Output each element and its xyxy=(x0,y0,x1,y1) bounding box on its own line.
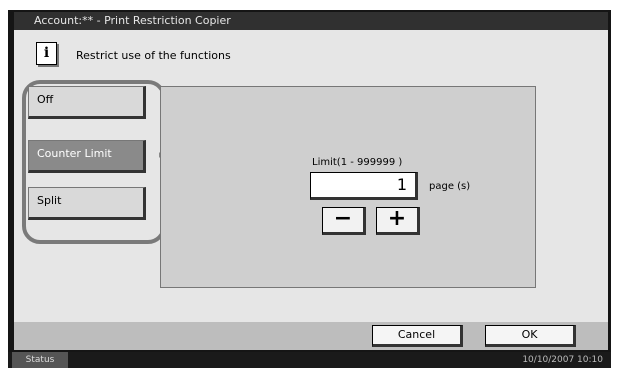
status-button[interactable]: Status xyxy=(12,352,68,368)
window-title: Account:** - Print Restriction Copier xyxy=(14,12,608,30)
cancel-button[interactable]: Cancel xyxy=(372,325,463,347)
limit-unit: page (s) xyxy=(429,181,471,192)
datetime: 10/10/2007 10:10 xyxy=(522,355,603,365)
off-button[interactable]: Off xyxy=(28,86,146,119)
limit-label: Limit(1 - 999999 ) xyxy=(312,157,403,168)
decrement-button[interactable]: − xyxy=(322,207,366,235)
info-icon: i xyxy=(36,42,57,65)
increment-button[interactable]: + xyxy=(376,207,420,235)
split-button[interactable]: Split xyxy=(28,187,146,220)
ok-button[interactable]: OK xyxy=(485,325,576,347)
limit-input[interactable]: 1 xyxy=(310,172,418,200)
info-message: Restrict use of the functions xyxy=(76,49,231,62)
counter-limit-button[interactable]: Counter Limit xyxy=(28,140,146,173)
status-bar: Status 10/10/2007 10:10 xyxy=(8,352,611,368)
